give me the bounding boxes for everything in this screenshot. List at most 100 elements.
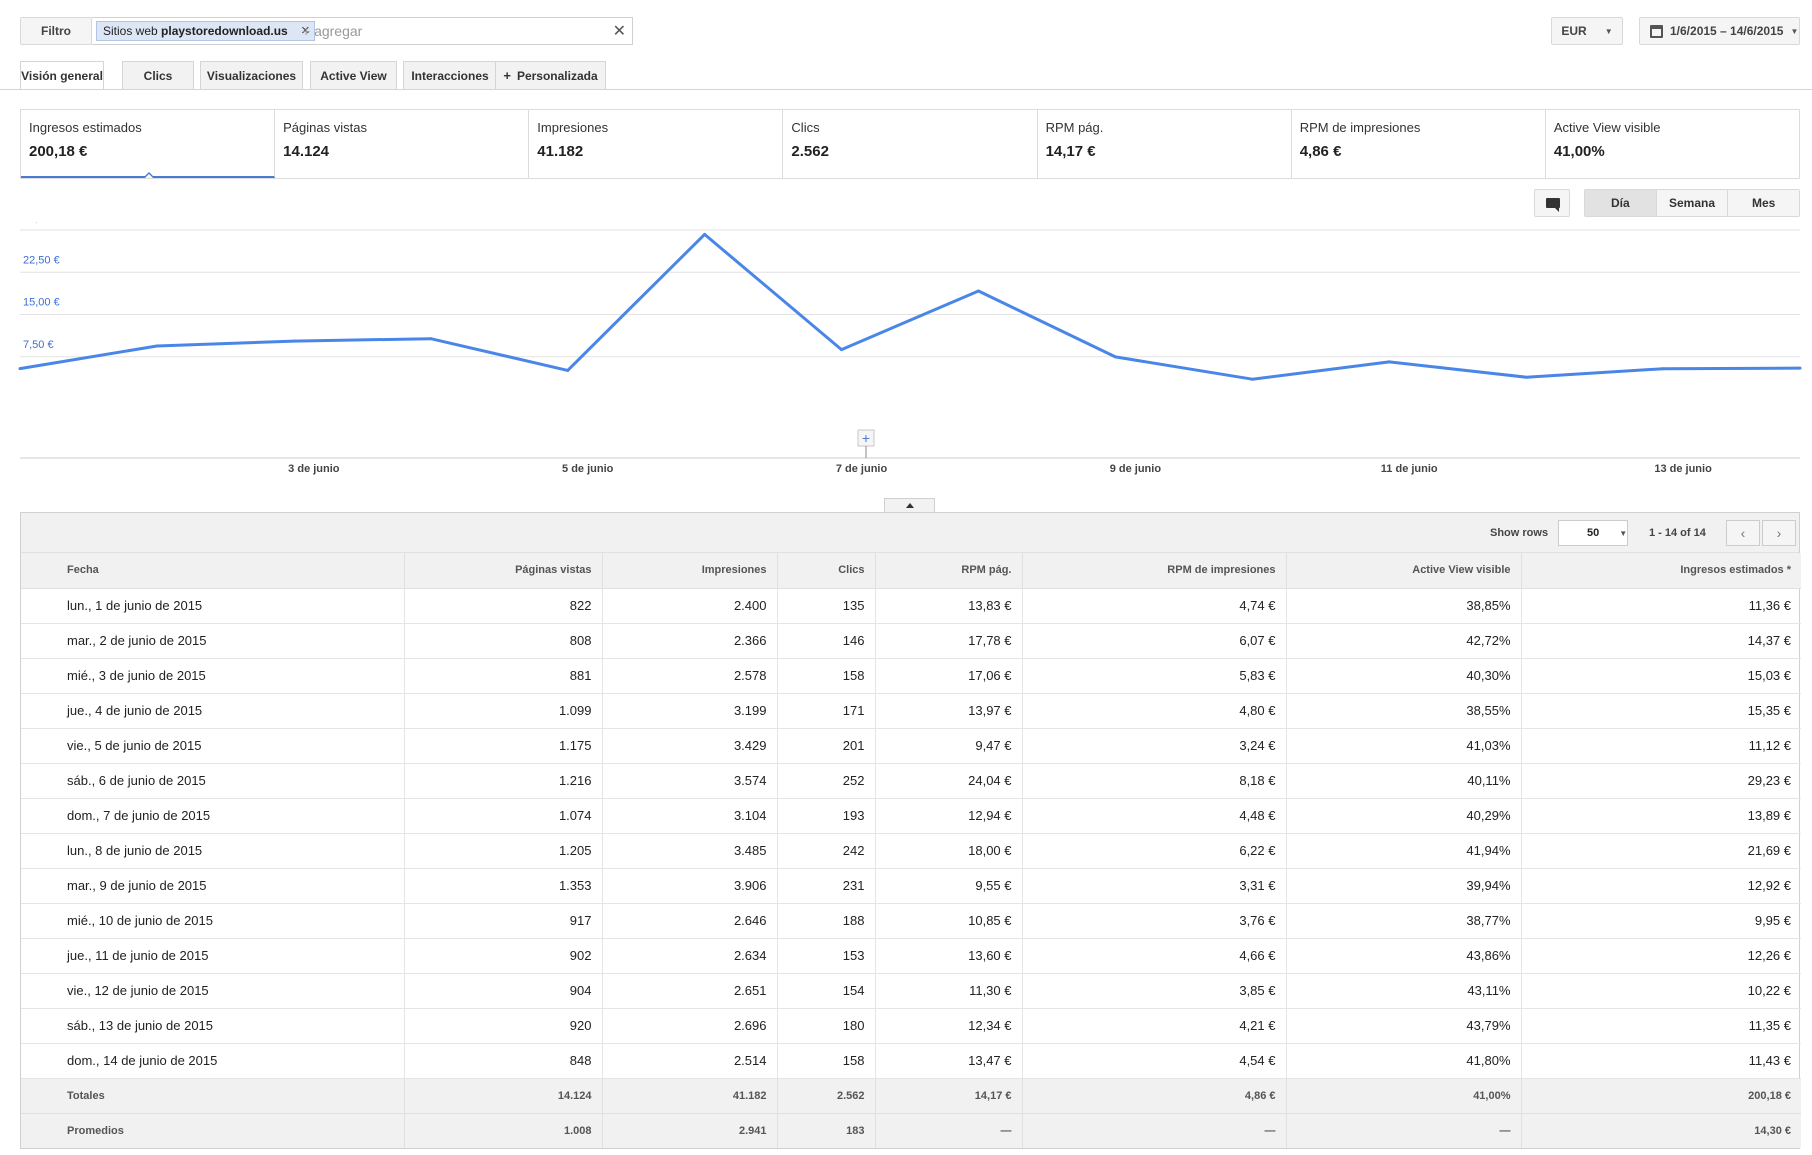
metric-label: Páginas vistas — [283, 120, 367, 135]
table-cell: 13,47 € — [875, 1043, 1023, 1079]
tab-vision-general[interactable]: Visión general — [20, 61, 104, 90]
table-cell: 4,74 € — [1022, 588, 1287, 624]
data-point[interactable] — [292, 339, 296, 343]
table-cell: 38,77% — [1286, 903, 1522, 939]
collapse-chart-button[interactable] — [884, 498, 935, 512]
data-point[interactable] — [1661, 367, 1665, 371]
tab-personalizada-label: Personalizada — [516, 68, 598, 83]
tab-clics[interactable]: Clics — [122, 61, 194, 89]
tab-interacciones[interactable]: Interacciones — [403, 61, 497, 89]
data-point[interactable] — [1387, 360, 1391, 364]
data-point[interactable] — [1798, 366, 1802, 370]
show-rows-select[interactable]: 50 ▼ — [1558, 520, 1628, 546]
metric-value: 41,00% — [1553, 143, 1605, 160]
column-header[interactable]: Impresiones — [602, 553, 778, 589]
tab-active-view[interactable]: Active View — [310, 61, 397, 89]
table-cell: 13,97 € — [875, 693, 1023, 729]
metric-paginas-vistas[interactable]: Páginas vistas 14.124 — [275, 110, 530, 178]
filter-input-box[interactable]: Sitios web playstoredownload.us × + agre… — [92, 17, 633, 45]
filter-chip[interactable]: Sitios web playstoredownload.us × — [96, 21, 315, 41]
table-cell: 4,21 € — [1022, 1008, 1287, 1044]
period-day-button[interactable]: Día — [1585, 190, 1657, 216]
data-point[interactable] — [976, 289, 980, 293]
table-cell: 41,80% — [1286, 1043, 1522, 1079]
filter-chip-value: playstoredownload.us — [161, 24, 288, 38]
table-toolbar: Show rows 50 ▼ 1 - 14 of 14 ‹ › — [21, 513, 1799, 553]
table-cell: 3.429 — [602, 728, 778, 764]
column-header[interactable]: Clics — [777, 553, 876, 589]
table-cell: 158 — [777, 658, 876, 694]
metric-rpm-pag[interactable]: RPM pág. 14,17 € — [1038, 110, 1292, 178]
data-point[interactable] — [155, 344, 159, 348]
date-cell: vie., 12 de junio de 2015 — [21, 973, 405, 1009]
table-cell: 1.099 — [404, 693, 603, 729]
data-point[interactable] — [703, 232, 707, 236]
data-point[interactable] — [566, 368, 570, 372]
data-point[interactable] — [1524, 375, 1528, 379]
summary-cell: 41,00% — [1286, 1077, 1522, 1113]
table-cell: 3,85 € — [1022, 973, 1287, 1009]
metric-label: RPM de impresiones — [1299, 120, 1421, 135]
table-row: sáb., 6 de junio de 2015 1.216 3.574 252 24,… — [21, 763, 1801, 799]
metric-clics[interactable]: Clics 2.562 — [783, 110, 1038, 178]
tab-personalizada[interactable]: + Personalizada — [495, 61, 606, 89]
table-cell: 40,30% — [1286, 658, 1522, 694]
table-cell: 193 — [777, 798, 876, 834]
table-cell: 15,35 € — [1521, 693, 1801, 729]
add-filter-input[interactable]: + agregar — [302, 23, 362, 39]
column-header[interactable]: Active View visible — [1286, 553, 1522, 589]
data-point[interactable] — [18, 367, 22, 371]
table-cell: 231 — [777, 868, 876, 904]
y-tick-label: 22,50 € — [23, 254, 60, 266]
column-header[interactable]: RPM pág. — [875, 553, 1023, 589]
date-range-picker[interactable]: 1/6/2015 – 14/6/2015 ▼ — [1639, 17, 1800, 45]
table-cell: 252 — [777, 763, 876, 799]
metric-active-view[interactable]: Active View visible 41,00% — [1546, 110, 1799, 178]
table-cell: 917 — [404, 903, 603, 939]
summary-cell: 2.562 — [777, 1077, 876, 1113]
annotation-button[interactable] — [1534, 189, 1570, 217]
table-cell: 12,92 € — [1521, 868, 1801, 904]
metric-impresiones[interactable]: Impresiones 41.182 — [529, 110, 784, 178]
column-header[interactable]: Ingresos estimados * — [1521, 553, 1801, 589]
metric-value: 14,17 € — [1045, 143, 1096, 160]
y-axis-ticks: 30,00 € 22,50 € 15,00 € 7,50 € — [23, 222, 60, 351]
period-week-button[interactable]: Semana — [1656, 190, 1729, 216]
data-point[interactable] — [1250, 377, 1254, 381]
table-cell: 6,07 € — [1022, 623, 1287, 659]
period-month-button[interactable]: Mes — [1728, 190, 1800, 216]
x-tick-label: 7 de junio — [836, 463, 888, 475]
metric-rpm-impresiones[interactable]: RPM de impresiones 4,86 € — [1292, 110, 1546, 178]
table-cell: 2.651 — [602, 973, 778, 1009]
add-annotation-marker[interactable]: + — [857, 429, 875, 458]
table-cell: 808 — [404, 623, 603, 659]
table-cell: 902 — [404, 938, 603, 974]
table-cell: 11,36 € — [1521, 588, 1801, 624]
column-header[interactable]: Fecha — [21, 553, 405, 589]
data-point[interactable] — [840, 348, 844, 352]
data-point[interactable] — [1113, 355, 1117, 359]
y-tick-label: 30,00 € — [23, 222, 60, 224]
metric-ingresos[interactable]: Ingresos estimados 200,18 € — [21, 110, 276, 178]
data-point[interactable] — [429, 337, 433, 341]
filter-button[interactable]: Filtro — [20, 17, 92, 45]
currency-select[interactable]: EUR ▼ — [1551, 17, 1623, 45]
table-cell: 41,94% — [1286, 833, 1522, 869]
table-row: vie., 12 de junio de 2015 904 2.651 154 11,3… — [21, 973, 1801, 1009]
x-axis-ticks: 3 de junio 5 de junio 7 de junio 9 de junio… — [288, 463, 1712, 475]
table-cell: 920 — [404, 1008, 603, 1044]
date-cell: lun., 1 de junio de 2015 — [21, 588, 405, 624]
table-cell: 29,23 € — [1521, 763, 1801, 799]
prev-page-button[interactable]: ‹ — [1726, 520, 1760, 546]
table-cell: 17,06 € — [875, 658, 1023, 694]
next-page-button[interactable]: › — [1762, 520, 1796, 546]
table-cell: 9,47 € — [875, 728, 1023, 764]
date-cell: dom., 7 de junio de 2015 — [21, 798, 405, 834]
table-cell: 43,11% — [1286, 973, 1522, 1009]
summary-cell: 14,17 € — [875, 1077, 1023, 1113]
table-cell: 10,22 € — [1521, 973, 1801, 1009]
clear-filter-icon[interactable]: ✕ — [613, 21, 626, 41]
column-header[interactable]: Páginas vistas — [404, 553, 603, 589]
tab-visualizaciones[interactable]: Visualizaciones — [200, 61, 303, 89]
column-header[interactable]: RPM de impresiones — [1022, 553, 1287, 589]
